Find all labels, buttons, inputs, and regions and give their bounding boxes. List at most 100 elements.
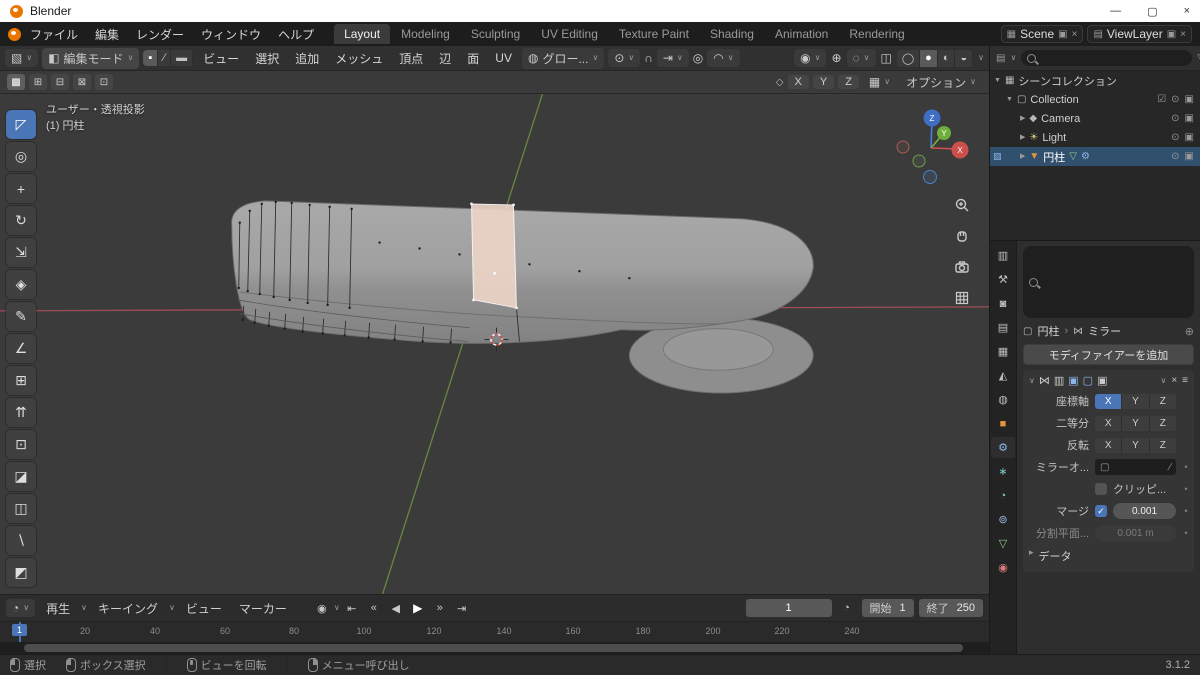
- outliner-row-light[interactable]: ▶ ☀ Light ⊙ ▣: [990, 128, 1200, 147]
- zoom-button[interactable]: [953, 196, 971, 214]
- tool-bevel[interactable]: ◪: [6, 462, 36, 491]
- show-gizmo-dropdown[interactable]: ◉ ∨: [794, 49, 827, 67]
- animate-dot[interactable]: •: [1182, 528, 1190, 538]
- tab-object[interactable]: ■: [991, 413, 1015, 434]
- menu-render[interactable]: レンダー: [128, 24, 192, 45]
- mesh-body[interactable]: [231, 200, 814, 344]
- tab-output[interactable]: ▤: [991, 317, 1015, 338]
- tab-particles[interactable]: ∗: [991, 461, 1015, 482]
- proportional-falloff-dropdown[interactable]: ◠ ∨: [707, 49, 740, 67]
- frame-end-field[interactable]: 終了 250: [918, 599, 983, 617]
- tool-annotate[interactable]: ✎: [6, 302, 36, 331]
- hide-viewport-icon[interactable]: ⊙: [1171, 113, 1179, 124]
- auto-key-button[interactable]: ◉: [312, 599, 332, 617]
- scene-selector[interactable]: ▦ Scene ▣ ×: [1000, 25, 1084, 43]
- outliner-editor-icon[interactable]: ▤: [996, 53, 1005, 64]
- drag-handle-icon[interactable]: ≡: [1182, 375, 1188, 386]
- menu-file[interactable]: ファイル: [22, 24, 86, 45]
- select-mode-extend-button[interactable]: ⊞: [29, 74, 47, 90]
- navigation-gizmo[interactable]: Z Y X: [891, 104, 975, 192]
- tab-object-data[interactable]: ▽: [991, 533, 1015, 554]
- workspace-tab-texture-paint[interactable]: Texture Paint: [609, 24, 699, 44]
- duplicate-viewlayer-icon[interactable]: ▣: [1167, 29, 1176, 40]
- disable-render-icon[interactable]: ▣: [1185, 151, 1194, 162]
- viewport-3d[interactable]: ユーザー・透視投影 (1) 円柱 ◸ ◎ + ↻ ⇲ ◈ ✎ ∠ ⊞ ⇈ ⊡ ◪: [0, 94, 989, 594]
- bisect-z-toggle[interactable]: Z: [1149, 415, 1176, 431]
- mirror-y-toggle[interactable]: Y: [812, 75, 835, 89]
- disable-render-icon[interactable]: ▣: [1185, 113, 1194, 124]
- hide-viewport-icon[interactable]: ⊙: [1171, 151, 1179, 162]
- pin-icon[interactable]: ⊕: [1185, 325, 1194, 338]
- unlink-scene-icon[interactable]: ×: [1072, 29, 1078, 40]
- snap-grid-dropdown[interactable]: ▦ ∨: [862, 73, 897, 91]
- axis-y-toggle[interactable]: Y: [1122, 393, 1150, 409]
- tool-select-box[interactable]: ◸: [6, 110, 36, 139]
- flip-y-toggle[interactable]: Y: [1122, 437, 1150, 453]
- jump-to-end-button[interactable]: ⇥: [452, 599, 472, 617]
- shading-dropdown-icon[interactable]: ∨: [978, 54, 984, 62]
- tab-world[interactable]: ◍: [991, 389, 1015, 410]
- gizmo-neg-z[interactable]: [923, 170, 937, 184]
- workspace-tab-shading[interactable]: Shading: [700, 24, 764, 44]
- tool-rotate[interactable]: ↻: [6, 206, 36, 235]
- tool-measure[interactable]: ∠: [6, 334, 36, 363]
- properties-search-input[interactable]: [1042, 275, 1188, 289]
- disable-render-icon[interactable]: ▣: [1185, 132, 1194, 143]
- expand-icon[interactable]: ▼: [994, 77, 1001, 84]
- menu-mesh[interactable]: メッシュ: [329, 48, 389, 69]
- proportional-editing-toggle[interactable]: ◎: [693, 51, 703, 65]
- ortho-toggle-button[interactable]: [953, 289, 971, 307]
- animate-dot[interactable]: •: [1182, 506, 1190, 516]
- tab-constraints[interactable]: ⊚: [991, 509, 1015, 530]
- menu-face[interactable]: 面: [461, 48, 485, 69]
- on-cage-toggle[interactable]: ▥: [1054, 374, 1064, 387]
- viewport-scene[interactable]: [0, 94, 989, 594]
- scrollbar-thumb[interactable]: [24, 644, 963, 652]
- play-button[interactable]: ▶: [408, 599, 428, 617]
- shading-solid-button[interactable]: ●: [920, 49, 938, 67]
- expand-icon[interactable]: ▶: [1020, 153, 1025, 160]
- viewlayer-selector[interactable]: ▤ ViewLayer ▣ ×: [1087, 25, 1192, 43]
- frame-start-field[interactable]: 開始 1: [861, 599, 914, 617]
- pan-hand-button[interactable]: [953, 227, 971, 245]
- workspace-tab-sculpting[interactable]: Sculpting: [461, 24, 530, 44]
- merge-threshold-field[interactable]: 0.001: [1113, 503, 1176, 519]
- tool-loop-cut[interactable]: ◫: [6, 494, 36, 523]
- tool-cursor[interactable]: ◎: [6, 142, 36, 171]
- workspace-tab-layout[interactable]: Layout: [334, 24, 391, 44]
- select-mode-invert-button[interactable]: ⊠: [73, 74, 91, 90]
- jump-to-start-button[interactable]: ⇤: [342, 599, 362, 617]
- overlays-dropdown[interactable]: ◌ ∨: [846, 49, 876, 67]
- workspace-tab-rendering[interactable]: Rendering: [839, 24, 914, 44]
- mirror-object-field[interactable]: ▢ ∕: [1095, 459, 1176, 475]
- menu-playback[interactable]: 再生: [40, 598, 76, 619]
- render-toggle[interactable]: ▣: [1097, 374, 1107, 387]
- timeline-editor-type-button[interactable]: ◔ ∨: [6, 599, 36, 617]
- hide-viewport-icon[interactable]: ⊙: [1171, 132, 1179, 143]
- timeline-ruler[interactable]: 1 20 40 60 80 100 120 140 160 180 200 22…: [0, 621, 989, 642]
- shading-wireframe-button[interactable]: ◯: [896, 49, 921, 67]
- menu-vertex[interactable]: 頂点: [393, 48, 429, 69]
- tab-material[interactable]: ◉: [991, 557, 1015, 578]
- menu-view[interactable]: ビュー: [197, 48, 245, 69]
- select-mode-intersect-button[interactable]: ⊡: [95, 74, 113, 90]
- gizmos-toggle[interactable]: ⊕: [831, 51, 841, 65]
- tab-modifiers[interactable]: ⚙: [991, 437, 1015, 458]
- expand-icon[interactable]: ▼: [1006, 96, 1013, 103]
- tab-view-layer[interactable]: ▦: [991, 341, 1015, 362]
- outliner-row-scene-collection[interactable]: ▼ ▦ シーンコレクション: [990, 71, 1200, 90]
- menu-help[interactable]: ヘルプ: [270, 24, 322, 45]
- menu-edge[interactable]: 辺: [433, 48, 457, 69]
- workspace-tab-uv-editing[interactable]: UV Editing: [531, 24, 608, 44]
- shading-material-button[interactable]: ◐: [937, 49, 956, 67]
- workspace-tab-modeling[interactable]: Modeling: [391, 24, 460, 44]
- outliner-search[interactable]: [1021, 50, 1193, 66]
- menu-add[interactable]: 追加: [289, 48, 325, 69]
- menu-keying[interactable]: キーイング: [92, 598, 164, 619]
- menu-uv[interactable]: UV: [489, 49, 518, 67]
- menu-edit[interactable]: 編集: [87, 24, 127, 45]
- face-select-button[interactable]: ▬: [171, 50, 194, 66]
- expand-icon[interactable]: ▶: [1020, 115, 1025, 122]
- bisect-x-toggle[interactable]: X: [1095, 415, 1123, 431]
- timeline-scrollbar[interactable]: [0, 642, 989, 654]
